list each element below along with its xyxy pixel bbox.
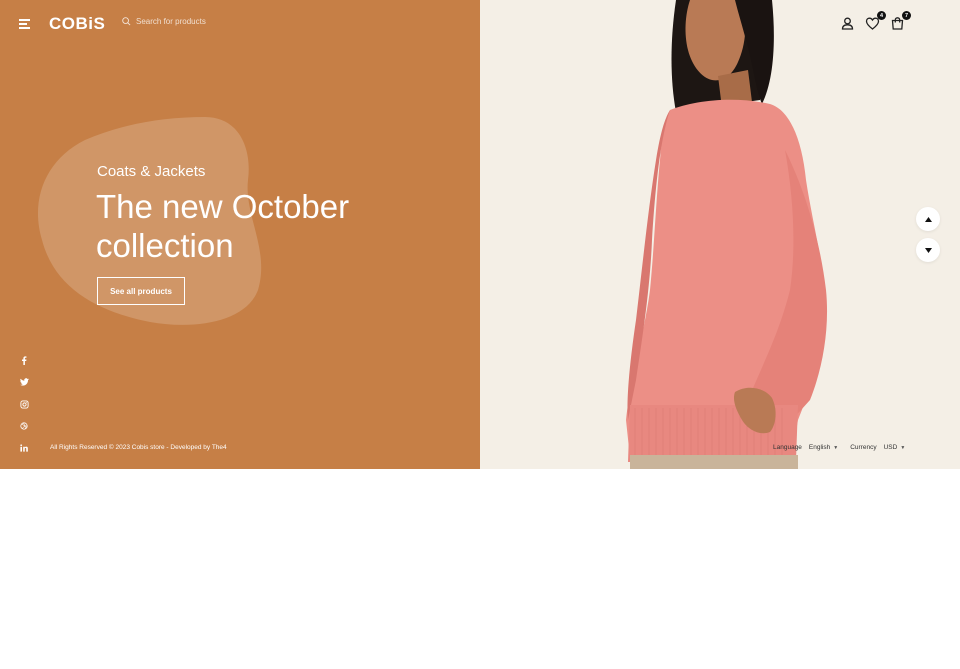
language-selector: Language English ▼ <box>773 444 838 451</box>
slide-down-button[interactable] <box>916 238 940 262</box>
slide-up-button[interactable] <box>916 207 940 231</box>
search-icon <box>122 17 131 26</box>
dribbble-icon[interactable] <box>18 420 30 432</box>
currency-dropdown[interactable]: USD ▼ <box>884 444 906 451</box>
twitter-icon[interactable] <box>18 376 30 388</box>
cart-icon[interactable]: 7 <box>890 11 911 31</box>
linkedin-icon[interactable] <box>18 442 30 454</box>
hero-left-panel: COBiS Coats & Jackets The new October co… <box>0 0 480 469</box>
language-value: English <box>808 444 831 451</box>
instagram-icon[interactable] <box>18 398 30 410</box>
social-links <box>18 354 30 454</box>
search-bar[interactable] <box>122 17 246 26</box>
currency-value: USD <box>883 444 898 451</box>
language-dropdown[interactable]: English ▼ <box>809 444 838 451</box>
hero-section: COBiS Coats & Jackets The new October co… <box>0 0 960 469</box>
caret-down-icon <box>924 247 932 253</box>
cart-count-badge: 7 <box>902 11 911 20</box>
search-input[interactable] <box>136 17 246 26</box>
header-icons: 4 7 <box>840 11 911 31</box>
caret-up-icon <box>924 216 932 222</box>
model-photo <box>626 0 828 469</box>
menu-hamburger-icon[interactable] <box>19 19 30 29</box>
wishlist-icon[interactable]: 4 <box>865 11 886 31</box>
language-label: Language <box>773 444 802 451</box>
site-logo[interactable]: COBiS <box>49 14 105 34</box>
hero-subtitle: Coats & Jackets <box>97 163 206 180</box>
hero-right-panel <box>480 0 960 469</box>
chevron-down-icon: ▼ <box>833 444 839 451</box>
locale-selectors: Language English ▼ Currency USD ▼ <box>773 444 905 451</box>
account-icon[interactable] <box>840 16 855 31</box>
wishlist-count-badge: 4 <box>877 11 886 20</box>
chevron-down-icon: ▼ <box>900 444 906 451</box>
see-all-products-button[interactable]: See all products <box>97 277 185 305</box>
currency-label: Currency <box>850 444 877 451</box>
copyright-text: All Rights Reserved © 2023 Cobis store -… <box>50 444 227 451</box>
hero-title: The new October collection <box>96 188 350 264</box>
facebook-icon[interactable] <box>18 354 30 366</box>
currency-selector: Currency USD ▼ <box>850 444 905 451</box>
